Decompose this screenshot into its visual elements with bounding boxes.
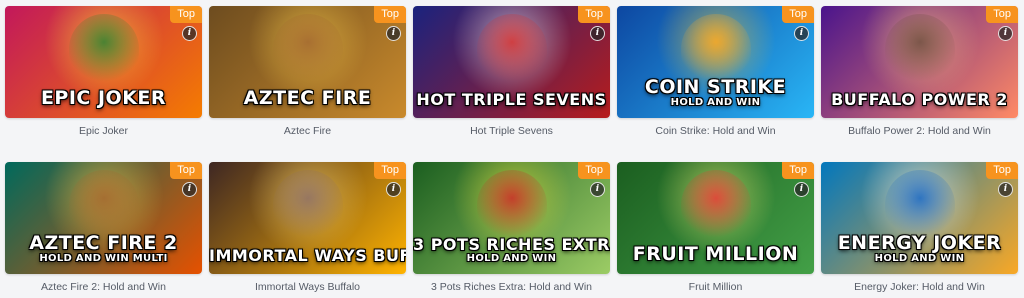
game-logo: BUFFALO POWER 2 — [831, 90, 1008, 109]
top-badge: Top — [170, 162, 202, 179]
game-title[interactable]: Coin Strike: Hold and Win — [617, 125, 814, 137]
game-thumbnail[interactable]: AZTEC FIRE Top i — [209, 6, 406, 118]
game-title[interactable]: Aztec Fire — [209, 125, 406, 137]
info-icon[interactable]: i — [998, 182, 1013, 197]
info-icon[interactable]: i — [182, 26, 197, 41]
game-logo: HOT TRIPLE SEVENS — [416, 90, 607, 109]
game-card-aztec-fire-2[interactable]: AZTEC FIRE 2 HOLD AND WIN MULTI Top i Azt… — [5, 162, 202, 293]
top-badge: Top — [578, 6, 610, 23]
game-thumbnail[interactable]: 3 POTS RICHES EXTRA HOLD AND WIN Top i — [413, 162, 610, 274]
game-logo: 3 POTS RICHES EXTRA HOLD AND WIN — [413, 235, 610, 264]
top-badge: Top — [986, 6, 1018, 23]
game-card-fruit-million[interactable]: FRUIT MILLION Top i Fruit Million — [617, 162, 814, 293]
game-card-immortal-ways-buffalo[interactable]: IMMORTAL WAYS BUFFALO Top i Immortal Way… — [209, 162, 406, 293]
game-thumbnail[interactable]: FRUIT MILLION Top i — [617, 162, 814, 274]
info-icon[interactable]: i — [386, 182, 401, 197]
game-title[interactable]: Aztec Fire 2: Hold and Win — [5, 281, 202, 293]
game-card-energy-joker[interactable]: ENERGY JOKER HOLD AND WIN Top i Energy Jo… — [821, 162, 1018, 293]
game-card-buffalo-power-2[interactable]: BUFFALO POWER 2 Top i Buffalo Power 2: H… — [821, 6, 1018, 137]
info-icon[interactable]: i — [998, 26, 1013, 41]
game-thumbnail[interactable]: ENERGY JOKER HOLD AND WIN Top i — [821, 162, 1018, 274]
game-logo-subtitle: HOLD AND WIN — [670, 97, 761, 108]
info-icon[interactable]: i — [182, 182, 197, 197]
games-grid: EPIC JOKER Top i Epic Joker AZTEC FIRE T… — [0, 0, 1024, 298]
game-title[interactable]: Buffalo Power 2: Hold and Win — [821, 125, 1018, 137]
top-badge: Top — [782, 6, 814, 23]
game-logo-subtitle: HOLD AND WIN MULTI — [39, 253, 168, 264]
info-icon[interactable]: i — [590, 26, 605, 41]
game-title[interactable]: 3 Pots Riches Extra: Hold and Win — [413, 281, 610, 293]
game-thumbnail[interactable]: AZTEC FIRE 2 HOLD AND WIN MULTI Top i — [5, 162, 202, 274]
top-badge: Top — [986, 162, 1018, 179]
info-icon[interactable]: i — [590, 182, 605, 197]
info-icon[interactable]: i — [386, 26, 401, 41]
top-badge: Top — [374, 162, 406, 179]
game-logo: FRUIT MILLION — [632, 243, 799, 265]
game-logo: ENERGY JOKER HOLD AND WIN — [821, 234, 1018, 265]
game-logo: AZTEC FIRE — [243, 87, 372, 109]
top-badge: Top — [578, 162, 610, 179]
game-logo: AZTEC FIRE 2 HOLD AND WIN MULTI — [5, 234, 202, 265]
game-title[interactable]: Hot Triple Sevens — [413, 125, 610, 137]
game-logo: IMMORTAL WAYS BUFFALO — [209, 246, 406, 265]
game-thumbnail[interactable]: IMMORTAL WAYS BUFFALO Top i — [209, 162, 406, 274]
info-icon[interactable]: i — [794, 26, 809, 41]
game-logo-subtitle: HOLD AND WIN — [874, 253, 965, 264]
game-thumbnail[interactable]: EPIC JOKER Top i — [5, 6, 202, 118]
game-title[interactable]: Fruit Million — [617, 281, 814, 293]
game-card-hot-triple-sevens[interactable]: HOT TRIPLE SEVENS Top i Hot Triple Seven… — [413, 6, 610, 137]
game-title[interactable]: Epic Joker — [5, 125, 202, 137]
game-title[interactable]: Energy Joker: Hold and Win — [821, 281, 1018, 293]
game-logo: EPIC JOKER — [40, 87, 167, 109]
info-icon[interactable]: i — [794, 182, 809, 197]
game-thumbnail[interactable]: HOT TRIPLE SEVENS Top i — [413, 6, 610, 118]
top-badge: Top — [782, 162, 814, 179]
game-thumbnail[interactable]: COIN STRIKE HOLD AND WIN Top i — [617, 6, 814, 118]
game-thumbnail[interactable]: BUFFALO POWER 2 Top i — [821, 6, 1018, 118]
top-badge: Top — [170, 6, 202, 23]
top-badge: Top — [374, 6, 406, 23]
game-title[interactable]: Immortal Ways Buffalo — [209, 281, 406, 293]
game-logo: COIN STRIKE HOLD AND WIN — [617, 78, 814, 109]
game-logo-subtitle: HOLD AND WIN — [466, 253, 557, 264]
game-card-aztec-fire[interactable]: AZTEC FIRE Top i Aztec Fire — [209, 6, 406, 137]
game-card-coin-strike[interactable]: COIN STRIKE HOLD AND WIN Top i Coin Strik… — [617, 6, 814, 137]
game-card-epic-joker[interactable]: EPIC JOKER Top i Epic Joker — [5, 6, 202, 137]
game-card-3-pots-riches-extra[interactable]: 3 POTS RICHES EXTRA HOLD AND WIN Top i 3 … — [413, 162, 610, 293]
